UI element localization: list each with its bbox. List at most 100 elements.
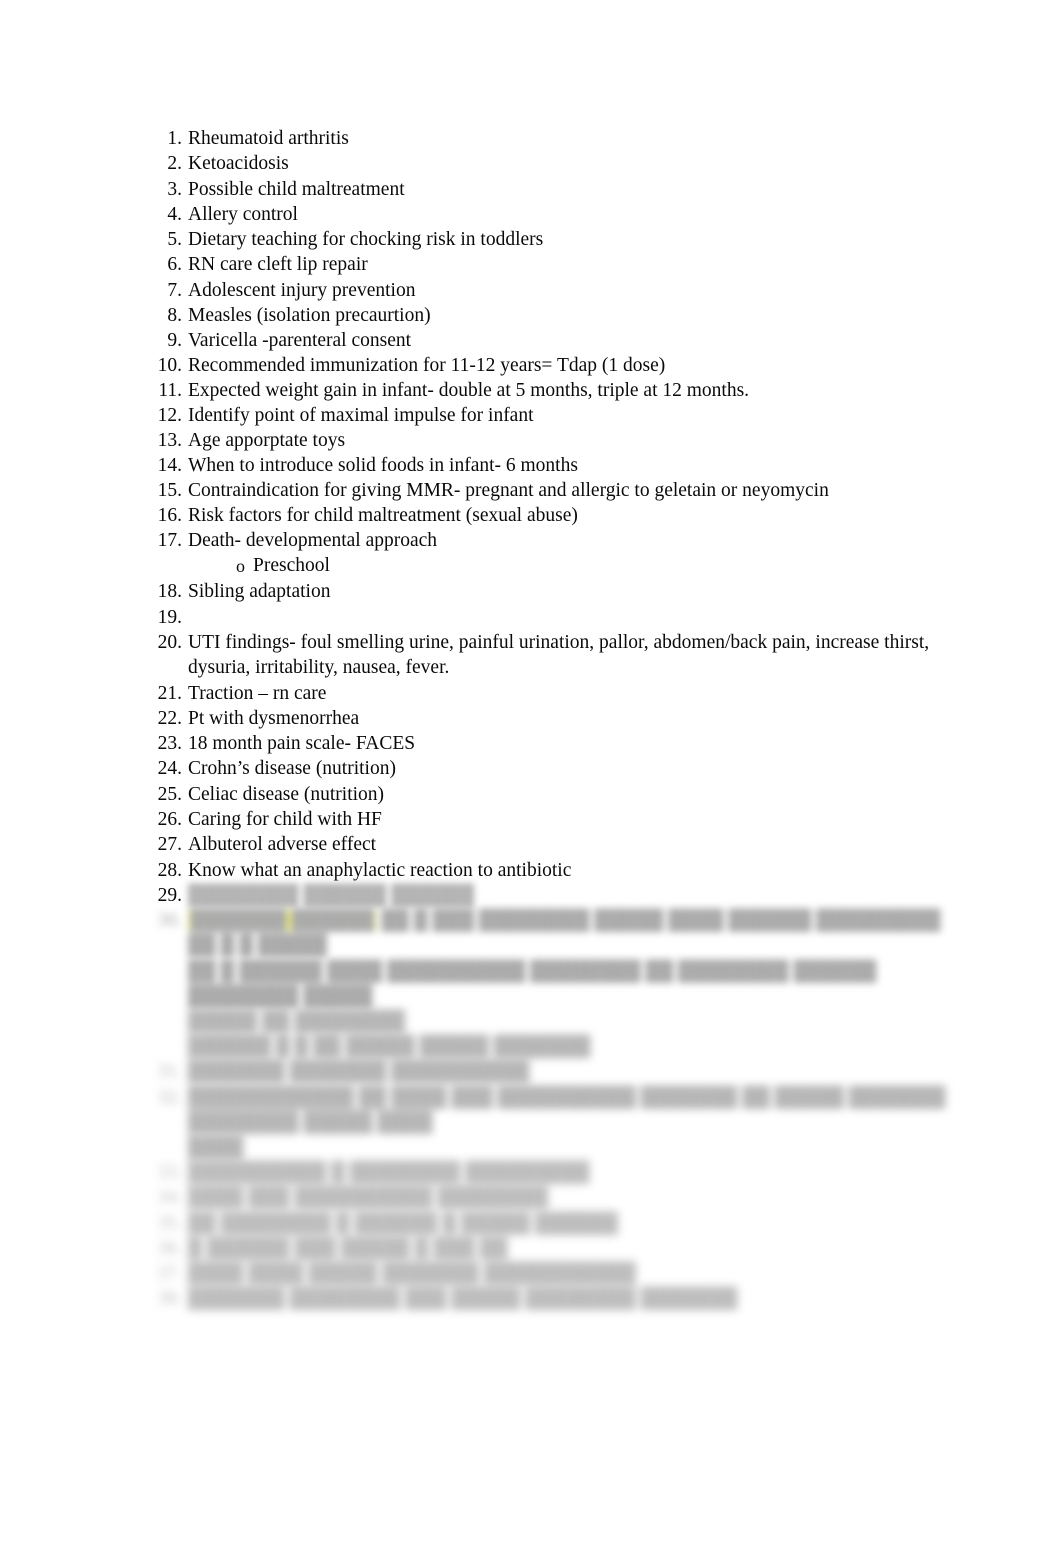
list-item-number: 32. xyxy=(157,1086,182,1108)
sub-bullet-item: o Preschool xyxy=(0,553,1062,579)
list-item: 22. Pt with dysmenorrhea xyxy=(0,706,1062,731)
list-item-number: 30. xyxy=(157,910,182,932)
list-item: 6. RN care cleft lip repair xyxy=(0,252,1062,277)
sub-bullet-label: Preschool xyxy=(253,555,330,577)
list-item-number: 22. xyxy=(157,707,182,729)
list-item-number: 14. xyxy=(157,455,182,477)
list-item-text: Celiac disease (nutrition) xyxy=(188,783,385,805)
list-item: 24. Crohn’s disease (nutrition) xyxy=(0,756,1062,781)
list-item-number: 27. xyxy=(157,834,182,856)
list-item-number: 31. xyxy=(157,1061,182,1083)
list-item-number: 33. xyxy=(157,1162,182,1184)
list-item-text: Albuterol adverse effect xyxy=(188,834,377,856)
list-item-number: 6. xyxy=(167,254,182,276)
list-item: 21. Traction – rn care xyxy=(0,681,1062,706)
list-item-number: 38. xyxy=(157,1288,182,1310)
list-item-text: Expected weight gain in infant- double a… xyxy=(188,380,750,402)
list-item-text: Risk factors for child maltreatment (sex… xyxy=(188,505,578,527)
list-item-text: Know what an anaphylactic reaction to an… xyxy=(188,859,572,881)
list-item: 7. Adolescent injury prevention xyxy=(0,278,1062,303)
list-item-text-blurred: ████████ ██████ ██████ xyxy=(188,884,475,906)
list-item-text: Age apporptate toys xyxy=(188,430,346,452)
list-item: 4. Allery control xyxy=(0,202,1062,227)
blurred-text: ██████████ █ ████████ █████████ xyxy=(188,1162,590,1184)
list-item-text: Contraindication for giving MMR- pregnan… xyxy=(188,480,829,502)
list-item-text: Dietary teaching for chocking risk in to… xyxy=(188,229,544,251)
list-item-number: 36. xyxy=(157,1237,182,1259)
list-item-number: 19. xyxy=(157,606,182,628)
list-item-number: 29. xyxy=(157,884,182,906)
blurred-text: ██ █ ██████ ████ ██████████ ████████ ██ … xyxy=(188,960,877,1007)
list-item-number: 7. xyxy=(167,279,182,301)
blurred-list-line: █████ ██ ████████ xyxy=(0,1009,1062,1034)
list-item: 23. 18 month pain scale- FACES xyxy=(0,731,1062,756)
list-item-number: 24. xyxy=(157,758,182,780)
list-item-number: 1. xyxy=(167,128,182,149)
blurred-list-line: 34. ████ ███ ██████████ ████████ xyxy=(0,1185,1062,1210)
blurred-list-line: 30. ███████ ██████ ██ █ ███ ████████ ███… xyxy=(0,908,1062,958)
blurred-list-line: ██ █ ██████ ████ ██████████ ████████ ██ … xyxy=(0,959,1062,1009)
blurred-text: ██████ █ █ ██ █████ █████ ███████ xyxy=(188,1036,591,1058)
list-item: 20. UTI findings- foul smelling urine, p… xyxy=(0,630,1062,681)
list-item-text: Measles (isolation precaurtion) xyxy=(188,305,431,327)
numbered-list: 1. Rheumatoid arthritis 2. Ketoacidosis … xyxy=(0,126,1062,908)
blurred-text: ███████ ████████ ███ █████ ████████ ████… xyxy=(188,1288,738,1310)
list-item-text: Crohn’s disease (nutrition) xyxy=(188,758,396,780)
list-item: 28. Know what an anaphylactic reaction t… xyxy=(0,858,1062,883)
document-page: 1. Rheumatoid arthritis 2. Ketoacidosis … xyxy=(0,0,1062,1561)
blurred-text: ████ ███ ██████████ ████████ xyxy=(188,1187,549,1209)
circle-bullet-icon: o xyxy=(236,556,245,577)
list-item-number: 16. xyxy=(157,505,182,527)
list-item-text: 18 month pain scale- FACES xyxy=(188,733,416,755)
list-item-number: 20. xyxy=(157,631,182,653)
list-item: 8. Measles (isolation precaurtion) xyxy=(0,303,1062,328)
list-item-text: Traction – rn care xyxy=(188,682,327,704)
list-item-number: 5. xyxy=(167,229,182,251)
list-item-text: RN care cleft lip repair xyxy=(188,254,368,276)
list-item: 9. Varicella -parenteral consent xyxy=(0,328,1062,353)
list-item-text: Pt with dysmenorrhea xyxy=(188,707,360,729)
list-item-partially-blurred: 29. ████████ ██████ ██████ xyxy=(0,883,1062,908)
list-item-number: 35. xyxy=(157,1212,182,1234)
list-item: 18. Sibling adaptation xyxy=(0,579,1062,604)
list-item-empty: 19. xyxy=(0,605,1062,630)
list-item-text: Caring for child with HF xyxy=(188,809,382,831)
blurred-text: ██ ████████ █ ██████ █ █████ ██████ xyxy=(188,1212,618,1234)
highlighted-text: ███████ ██████ xyxy=(188,910,377,932)
list-item-number: 28. xyxy=(157,859,182,881)
list-item-number: 15. xyxy=(157,480,182,502)
list-item: 5. Dietary teaching for chocking risk in… xyxy=(0,227,1062,252)
blurred-text: ████ ████ █████ ███████ ███████████ xyxy=(188,1263,636,1285)
list-item: 25. Celiac disease (nutrition) xyxy=(0,782,1062,807)
blurred-list-line: 32. ████████████ ██ ████ ███ ██████████ … xyxy=(0,1085,1062,1135)
list-item-text: Adolescent injury prevention xyxy=(188,279,416,301)
list-item-number: 2. xyxy=(167,153,182,175)
list-item: 3. Possible child maltreatment xyxy=(0,177,1062,202)
list-item: 12. Identify point of maximal impulse fo… xyxy=(0,403,1062,428)
list-item-number: 37. xyxy=(157,1263,182,1285)
blurred-list-line: 36. █ ██████ ███ █████ █ ███ ██ xyxy=(0,1236,1062,1261)
blurred-text: ████ xyxy=(188,1137,244,1159)
list-item-number: 26. xyxy=(157,809,182,831)
blurred-list-line: ████ xyxy=(0,1135,1062,1160)
list-item-text: Allery control xyxy=(188,203,298,225)
blurred-text: █ ██████ ███ █████ █ ███ ██ xyxy=(188,1237,508,1259)
list-item-text: Possible child maltreatment xyxy=(188,178,405,200)
list-item-text: Rheumatoid arthritis xyxy=(188,128,349,149)
list-item: 17. Death- developmental approach xyxy=(0,528,1062,553)
blurred-content-region: 30. ███████ ██████ ██ █ ███ ████████ ███… xyxy=(0,908,1062,1311)
list-item: 26. Caring for child with HF xyxy=(0,807,1062,832)
list-item: 27. Albuterol adverse effect xyxy=(0,832,1062,857)
list-item-text: Recommended immunization for 11-12 years… xyxy=(188,355,666,377)
list-item-number: 3. xyxy=(167,178,182,200)
list-item: 2. Ketoacidosis xyxy=(0,151,1062,176)
blurred-text: █████ ██ ████████ xyxy=(188,1011,405,1033)
list-item-text xyxy=(188,605,932,630)
list-item-text: Sibling adaptation xyxy=(188,581,331,603)
list-item-number: 10. xyxy=(157,355,182,377)
list-item-text: Varicella -parenteral consent xyxy=(188,330,412,352)
list-item-number: 18. xyxy=(157,581,182,603)
blurred-list-line: 38. ███████ ████████ ███ █████ ████████ … xyxy=(0,1286,1062,1311)
list-item-number: 4. xyxy=(167,203,182,225)
list-item-number: 9. xyxy=(167,330,182,352)
